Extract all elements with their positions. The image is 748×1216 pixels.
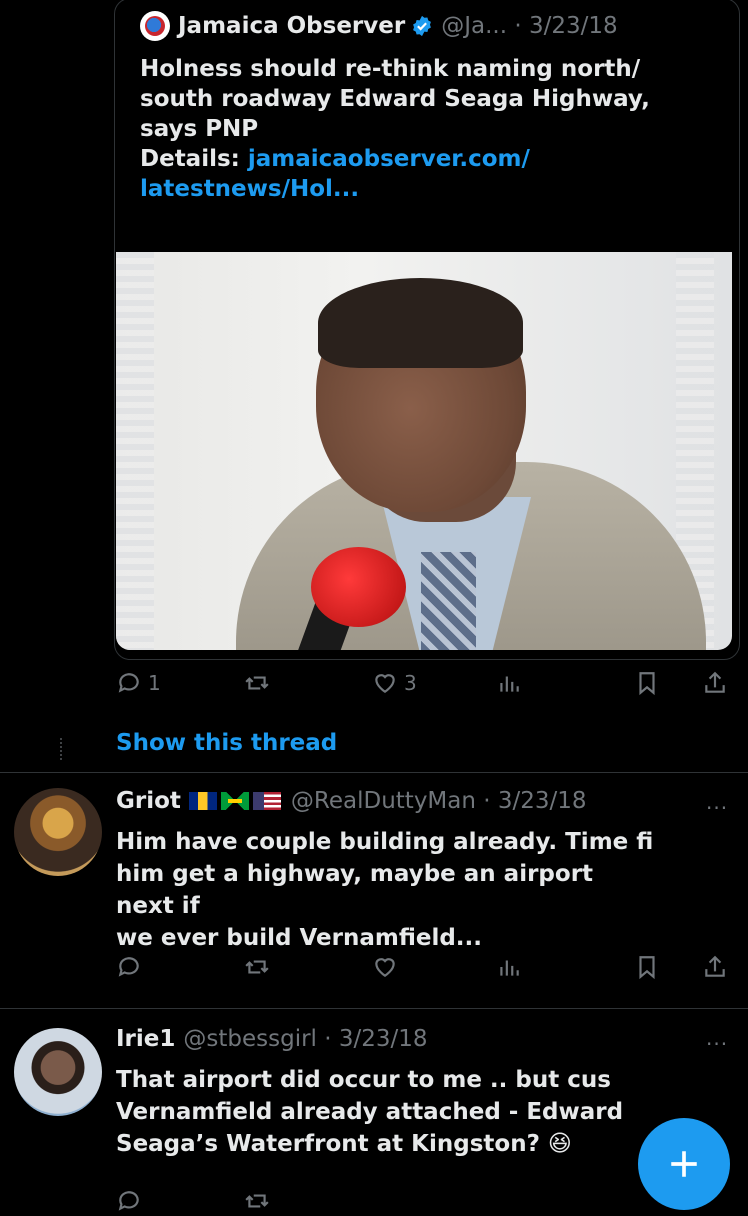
quoted-author-name[interactable]: Jamaica Observer — [178, 13, 405, 39]
reply-icon — [118, 957, 139, 977]
retweet-button[interactable] — [244, 954, 270, 980]
retweet-icon — [245, 676, 269, 690]
reply-action-bar — [116, 952, 736, 982]
quoted-tweet-header: Jamaica Observer @Ja... · 3/23/18 — [140, 6, 618, 46]
jamaica-flag-icon — [220, 792, 249, 810]
reply-author-name[interactable]: Griot — [116, 788, 181, 814]
views-button[interactable] — [496, 670, 522, 696]
views-button[interactable] — [496, 954, 522, 980]
retweet-icon — [245, 1194, 269, 1208]
share-button[interactable] — [702, 954, 728, 980]
divider — [0, 772, 748, 773]
share-icon — [705, 671, 725, 693]
plus-icon — [671, 1151, 697, 1177]
reply-text-line: Him have couple building already. Time f… — [116, 829, 654, 855]
avatar-irie1[interactable] — [14, 1028, 102, 1116]
compose-button[interactable] — [638, 1118, 730, 1210]
reply-handle-date: @stbessgirl · 3/23/18 — [183, 1026, 428, 1052]
like-count: 3 — [404, 671, 417, 695]
more-options-icon[interactable]: ··· — [706, 1032, 728, 1056]
retweet-icon — [245, 960, 269, 974]
reply-action-bar — [116, 1186, 636, 1216]
quoted-action-bar: 1 3 — [116, 668, 736, 698]
barbados-flag-icon — [188, 792, 217, 810]
reply-handle-date: @RealDuttyMan · 3/23/18 — [290, 788, 587, 814]
article-link[interactable]: jamaicaobserver.com/ — [248, 146, 530, 172]
quoted-text-line: says PNP — [140, 116, 259, 142]
window-blind — [116, 252, 154, 650]
like-button[interactable] — [372, 954, 398, 980]
reply-button[interactable] — [116, 1188, 142, 1214]
views-chart-icon — [500, 960, 519, 976]
avatar-griot[interactable] — [14, 788, 102, 876]
more-options-icon[interactable]: ··· — [706, 796, 728, 820]
heart-icon — [375, 674, 395, 693]
quoted-text-line: Holness should re-think naming north/ — [140, 56, 641, 82]
reply-icon — [118, 673, 139, 693]
reply-header: Griot @RealDuttyMan · 3/23/18 — [116, 788, 587, 814]
quoted-tweet-text: Holness should re-think naming north/ so… — [140, 54, 720, 204]
share-icon — [705, 955, 725, 977]
verified-badge-icon — [413, 15, 432, 37]
retweet-button[interactable] — [244, 670, 270, 696]
bookmark-icon — [639, 956, 655, 980]
reply-button[interactable]: 1 — [116, 670, 161, 696]
views-chart-icon — [500, 676, 519, 692]
hair — [318, 278, 523, 368]
divider — [0, 1008, 748, 1009]
usa-flag-icon — [252, 792, 281, 810]
quoted-text-line: south roadway Edward Seaga Highway, — [140, 86, 650, 112]
reply-text-line: Seaga’s Waterfront at Kingston? 😆 — [116, 1131, 572, 1157]
reply-icon — [118, 1191, 139, 1211]
tie — [421, 552, 476, 650]
reply-text-line: Vernamfield already attached - Edward — [116, 1099, 624, 1125]
bookmark-button[interactable] — [634, 670, 660, 696]
like-button[interactable]: 3 — [372, 670, 417, 696]
reply-text: That airport did occur to me .. but cus … — [116, 1064, 656, 1160]
reply-text-line: we ever build Vernamfield... — [116, 925, 483, 951]
reply-text-line: him get a highway, maybe an airport next… — [116, 861, 594, 919]
article-link-cont[interactable]: latestnews/Hol... — [140, 174, 720, 204]
reply-text: Him have couple building already. Time f… — [116, 826, 656, 954]
microphone — [311, 547, 406, 627]
quoted-handle-date: @Ja... · 3/23/18 — [441, 13, 618, 39]
reply-count: 1 — [148, 671, 161, 695]
news-photo[interactable] — [116, 252, 732, 650]
bookmark-icon — [639, 672, 655, 696]
heart-icon — [375, 958, 395, 977]
retweet-button[interactable] — [244, 1188, 270, 1214]
reply-text-line: That airport did occur to me .. but cus — [116, 1067, 611, 1093]
show-this-thread-link[interactable]: Show this thread — [116, 730, 337, 756]
reply-header: Irie1 @stbessgirl · 3/23/18 — [116, 1026, 428, 1052]
reply-author-name[interactable]: Irie1 — [116, 1026, 175, 1052]
thread-connector-line — [60, 738, 65, 760]
jamaica-observer-logo-icon — [140, 11, 170, 41]
share-button[interactable] — [702, 670, 728, 696]
bookmark-button[interactable] — [634, 954, 660, 980]
reply-button[interactable] — [116, 954, 142, 980]
details-label: Details: — [140, 146, 248, 172]
